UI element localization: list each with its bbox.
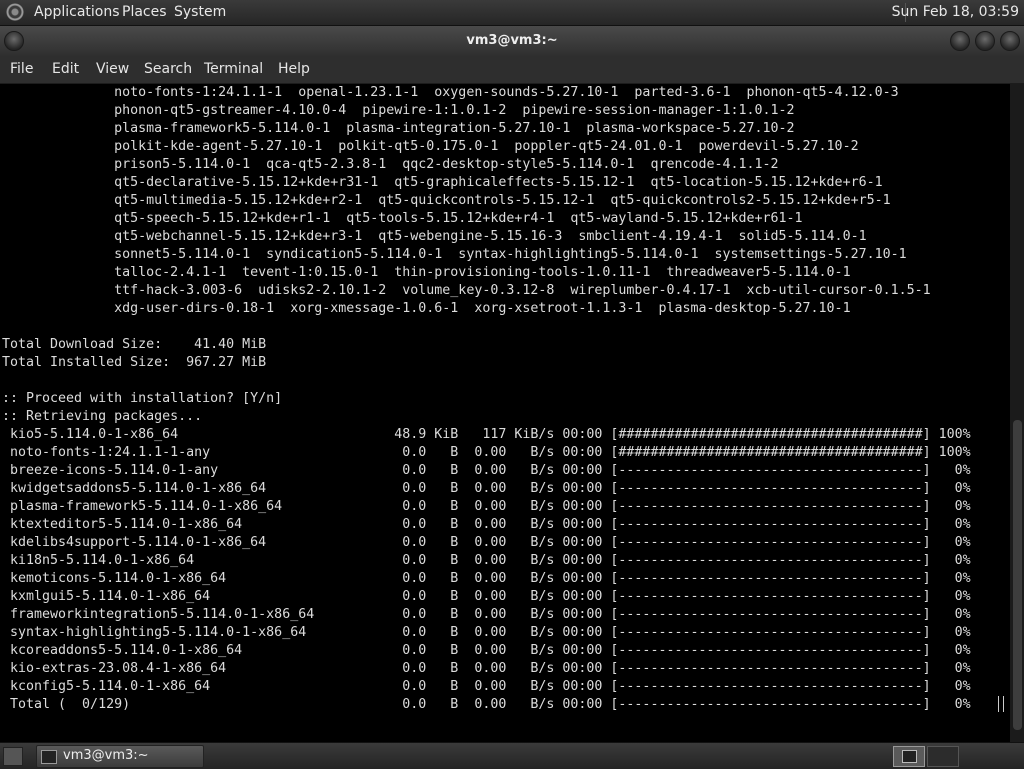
terminal-line: frameworkintegration5-5.114.0-1-x86_64 0…: [2, 607, 971, 622]
terminal-line: prison5-5.114.0-1 qca-qt5-2.3.8-1 qqc2-d…: [2, 157, 779, 172]
scrollbar-thumb[interactable]: [1013, 420, 1022, 730]
terminal-text: noto-fonts-1:24.1.1-1 openal-1.23.1-1 ox…: [0, 84, 1010, 714]
terminal-line: kio5-5.114.0-1-x86_64 48.9 KiB 117 KiB/s…: [2, 427, 971, 442]
terminal-line: phonon-qt5-gstreamer-4.10.0-4 pipewire-1…: [2, 103, 795, 118]
terminal-line: plasma-framework5-5.114.0-1 plasma-integ…: [2, 121, 795, 136]
terminal-line: noto-fonts-1:24.1.1-1-any 0.0 B 0.00 B/s…: [2, 445, 971, 460]
terminal-output[interactable]: noto-fonts-1:24.1.1-1 openal-1.23.1-1 ox…: [0, 84, 1010, 742]
terminal-line: qt5-multimedia-5.15.12+kde+r2-1 qt5-quic…: [2, 193, 891, 208]
terminal-line: breeze-icons-5.114.0-1-any 0.0 B 0.00 B/…: [2, 463, 971, 478]
window-title: vm3@vm3:~: [466, 33, 558, 48]
terminal-line: kwidgetsaddons5-5.114.0-1-x86_64 0.0 B 0…: [2, 481, 971, 496]
window-titlebar[interactable]: vm3@vm3:~: [0, 26, 1024, 56]
terminal-line: xdg-user-dirs-0.18-1 xorg-xmessage-1.0.6…: [2, 301, 851, 316]
terminal-line: kcoreaddons5-5.114.0-1-x86_64 0.0 B 0.00…: [2, 643, 971, 658]
distro-logo-icon[interactable]: [6, 3, 24, 21]
menu-view[interactable]: View: [96, 61, 129, 77]
clock[interactable]: Sun Feb 18, 03:59: [892, 4, 1019, 20]
terminal-line: Total Download Size: 41.40 MiB: [2, 337, 267, 352]
maximize-button[interactable]: [975, 31, 995, 51]
terminal-line: kemoticons-5.114.0-1-x86_64 0.0 B 0.00 B…: [2, 571, 971, 586]
menu-help[interactable]: Help: [278, 61, 310, 77]
bottom-taskbar: vm3@vm3:~: [0, 742, 1024, 769]
terminal-line: Total ( 0/129) 0.0 B 0.00 B/s 00:00 [---…: [2, 697, 971, 712]
terminal-line: qt5-webchannel-5.15.12+kde+r3-1 qt5-webe…: [2, 229, 867, 244]
terminal-line: kxmlgui5-5.114.0-1-x86_64 0.0 B 0.00 B/s…: [2, 589, 971, 604]
menu-search[interactable]: Search: [144, 61, 192, 77]
taskbar-item-label: vm3@vm3:~: [63, 748, 149, 763]
terminal-line: kconfig5-5.114.0-1-x86_64 0.0 B 0.00 B/s…: [2, 679, 971, 694]
terminal-line: ttf-hack-3.003-6 udisks2-2.10.1-2 volume…: [2, 283, 931, 298]
terminal-line: kdelibs4support-5.114.0-1-x86_64 0.0 B 0…: [2, 535, 971, 550]
terminal-icon: [41, 750, 57, 764]
menu-edit[interactable]: Edit: [52, 61, 79, 77]
places-menu[interactable]: Places: [122, 4, 167, 20]
menu-terminal[interactable]: Terminal: [204, 61, 263, 77]
terminal-line: :: Retrieving packages...: [2, 409, 203, 424]
terminal-line: sonnet5-5.114.0-1 syndication5-5.114.0-1…: [2, 247, 907, 262]
terminal-line: syntax-highlighting5-5.114.0-1-x86_64 0.…: [2, 625, 971, 640]
terminal-line: qt5-declarative-5.15.12+kde+r31-1 qt5-gr…: [2, 175, 883, 190]
taskbar-item-terminal[interactable]: vm3@vm3:~: [36, 745, 204, 768]
terminal-line: ki18n5-5.114.0-1-x86_64 0.0 B 0.00 B/s 0…: [2, 553, 971, 568]
minimize-button[interactable]: [950, 31, 970, 51]
menu-file[interactable]: File: [10, 61, 33, 77]
text-cursor-icon: [998, 696, 1004, 712]
terminal-line: polkit-kde-agent-5.27.10-1 polkit-qt5-0.…: [2, 139, 859, 154]
terminal-line: plasma-framework5-5.114.0-1-x86_64 0.0 B…: [2, 499, 971, 514]
show-desktop-icon[interactable]: [3, 747, 23, 766]
top-panel: Applications Places System Sun Feb 18, 0…: [0, 0, 1024, 26]
terminal-line: Total Installed Size: 967.27 MiB: [2, 355, 267, 370]
workspace-window-icon: [902, 750, 917, 763]
terminal-line: noto-fonts-1:24.1.1-1 openal-1.23.1-1 ox…: [2, 85, 899, 100]
close-button[interactable]: [1000, 31, 1020, 51]
applications-menu[interactable]: Applications: [34, 4, 120, 20]
terminal-line: kio-extras-23.08.4-1-x86_64 0.0 B 0.00 B…: [2, 661, 971, 676]
terminal-line: :: Proceed with installation? [Y/n]: [2, 391, 283, 406]
terminal-line: qt5-speech-5.15.12+kde+r1-1 qt5-tools-5.…: [2, 211, 803, 226]
workspace-2[interactable]: [927, 746, 959, 767]
system-menu[interactable]: System: [174, 4, 226, 20]
terminal-menubar: File Edit View Search Terminal Help: [0, 56, 1024, 84]
workspace-1[interactable]: [893, 746, 925, 767]
terminal-line: ktexteditor5-5.114.0-1-x86_64 0.0 B 0.00…: [2, 517, 971, 532]
terminal-line: talloc-2.4.1-1 tevent-1:0.15.0-1 thin-pr…: [2, 265, 851, 280]
